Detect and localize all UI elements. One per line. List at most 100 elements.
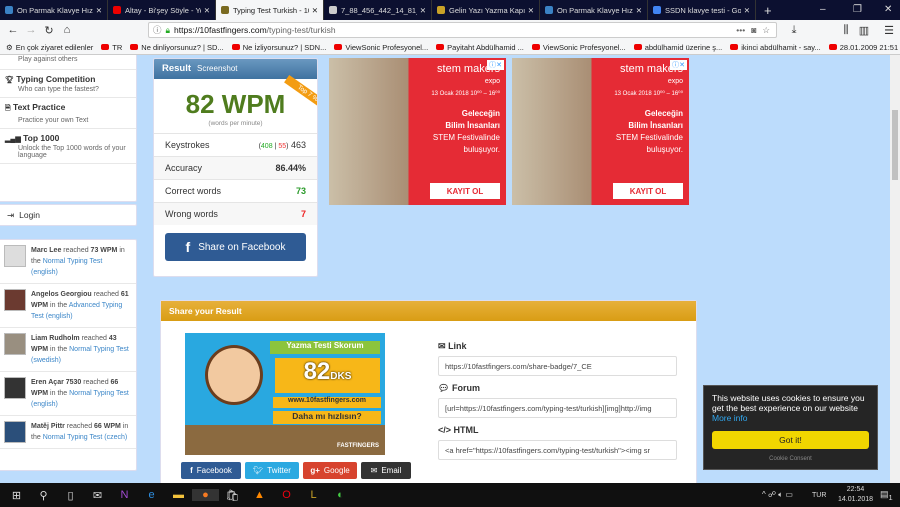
share-facebook-small-button[interactable]: f Facebook: [181, 462, 241, 479]
opera-icon[interactable]: O: [273, 489, 300, 501]
sidebar-item[interactable]: Play against others: [0, 55, 136, 70]
user-name[interactable]: Marc Lee: [31, 247, 61, 254]
activity-feed: Marc Lee reached 73 WPM in the Normal Ty…: [0, 239, 137, 471]
user-name[interactable]: Liam Rudholm: [31, 335, 80, 342]
share-google-button[interactable]: g+ Google: [303, 462, 357, 479]
close-tab-icon[interactable]: ✕: [528, 6, 534, 15]
cookie-banner: This website uses cookies to ensure you …: [703, 385, 878, 470]
link-field[interactable]: https://10fastfingers.com/share-badge/7_…: [438, 356, 677, 376]
user-name[interactable]: Matěj Pittr: [31, 423, 65, 430]
browser-tab[interactable]: On Parmak Klavye Hız Te✕: [540, 0, 648, 20]
sidebar-icon[interactable]: ▥: [855, 24, 873, 37]
feed-text: reached: [64, 423, 95, 430]
tray-icons[interactable]: ^ ☍ 🔈︎ ▭: [762, 490, 793, 500]
bookmark-item[interactable]: TR: [101, 43, 122, 52]
test-link[interactable]: Normal Typing Test (czech): [43, 434, 128, 441]
avatar[interactable]: [4, 333, 26, 355]
sidebar-item-title: Typing Competition: [16, 74, 96, 84]
cookie-accept-button[interactable]: Got it!: [712, 431, 869, 449]
sidebar-item[interactable]: 🏆︎ Typing Competition Who can type the fa…: [0, 70, 136, 98]
file-explorer-icon[interactable]: ▬: [165, 489, 192, 501]
user-name[interactable]: Eren Açar 7530: [31, 379, 81, 386]
bookmark-item[interactable]: 28.01.2009 21:51 ~ 21:...: [828, 43, 900, 52]
mail-icon[interactable]: ✉: [84, 489, 111, 502]
league-icon[interactable]: L: [300, 489, 327, 501]
login-link[interactable]: ⇥ Login: [0, 204, 137, 226]
onenote-icon[interactable]: N: [111, 489, 138, 501]
test-link[interactable]: Normal Typing Test (english): [31, 258, 102, 276]
browser-tab[interactable]: Typing Test Turkish - 10F ✕: [216, 0, 324, 20]
share-email-button[interactable]: ✉ Email: [361, 462, 411, 479]
task-view-icon[interactable]: ▯: [57, 489, 84, 502]
close-tab-icon[interactable]: ✕: [96, 6, 102, 15]
close-tab-icon[interactable]: ✕: [312, 6, 318, 15]
bookmark-star-icon[interactable]: ☆: [762, 25, 770, 36]
info-icon[interactable]: ⓘ: [153, 24, 162, 36]
minimize-button[interactable]: –: [820, 4, 826, 15]
sidebar-item[interactable]: ▂▄▆ Top 1000 Unlock the Top 1000 words of…: [0, 129, 136, 164]
search-icon[interactable]: ⚲: [30, 489, 57, 502]
bookmark-item[interactable]: Ne İzliyorsunuz? | SDN...: [231, 43, 326, 52]
close-tab-icon[interactable]: ✕: [420, 6, 426, 15]
language-indicator[interactable]: TUR: [812, 492, 826, 499]
new-tab-button[interactable]: +: [764, 3, 772, 18]
store-icon[interactable]: 🛍︎: [219, 489, 246, 502]
start-icon[interactable]: ⊞: [3, 489, 30, 502]
bookmark-item[interactable]: Ne dinliyorsunuz? | SD...: [130, 43, 224, 52]
forum-field[interactable]: [url=https://10fastfingers.com/typing-te…: [438, 398, 677, 418]
home-button[interactable]: ⌂: [58, 24, 76, 36]
bookmark-item[interactable]: Payitaht Abdülhamid ...: [436, 43, 524, 52]
scrollbar-thumb[interactable]: [892, 110, 898, 180]
browser-tab[interactable]: Gelin Yazı Yazma Kapışm✕: [432, 0, 540, 20]
advertisement[interactable]: ⓘ✕ stem makers expo 13 Ocak 2018 10⁰⁰ – 16…: [512, 58, 689, 205]
downloads-icon[interactable]: ⤓: [785, 24, 803, 37]
notifications-icon[interactable]: ▤1: [880, 489, 893, 502]
avatar[interactable]: [4, 245, 26, 267]
ad-cta-button[interactable]: KAYIT OL: [613, 183, 683, 199]
idm-icon[interactable]: ◐: [327, 489, 354, 501]
cookie-more-info-link[interactable]: More info: [712, 413, 747, 423]
restore-button[interactable]: ❐: [853, 4, 862, 15]
forward-button[interactable]: →: [22, 24, 40, 36]
avatar[interactable]: [4, 421, 26, 443]
vlc-icon[interactable]: ▲: [246, 489, 273, 501]
bookmark-item[interactable]: abdülhamid üzerine ş...: [633, 43, 722, 52]
page-actions-icon[interactable]: •••: [736, 25, 745, 35]
back-button[interactable]: ←: [4, 24, 22, 36]
ad-line: Bilim İnsanları: [445, 121, 500, 130]
sidebar-item[interactable]: 🗎 Text Practice Practice your own Text: [0, 98, 136, 129]
reload-button[interactable]: ↻: [40, 24, 58, 37]
share-badge-image: Yazma Testi Skorum 82DKS www.10fastfinge…: [185, 333, 385, 455]
edge-icon[interactable]: e: [138, 489, 165, 501]
bookmark-item[interactable]: ikinci abdülhamit - say...: [730, 43, 821, 52]
share-twitter-button[interactable]: 🐦︎ Twitter: [245, 462, 299, 479]
bookmark-item[interactable]: ViewSonic Profesyonel...: [531, 43, 626, 52]
browser-tab[interactable]: 7_88_456_442_14_81_2_4✕: [324, 0, 432, 20]
user-name[interactable]: Angelos Georgiou: [31, 291, 92, 298]
scrollbar[interactable]: [890, 55, 900, 483]
close-window-button[interactable]: ✕: [884, 4, 892, 15]
tab-screenshot[interactable]: Screenshot: [197, 64, 237, 73]
tab-result[interactable]: Result: [162, 63, 191, 74]
close-tab-icon[interactable]: ✕: [744, 6, 750, 15]
keystrokes-label: Keystrokes: [165, 140, 210, 150]
html-field[interactable]: <a href="https://10fastfingers.com/typin…: [438, 440, 677, 460]
library-icon[interactable]: ⫼: [837, 24, 855, 37]
share-facebook-button[interactable]: f Share on Facebook: [165, 233, 306, 261]
menu-icon[interactable]: ☰: [880, 24, 898, 37]
close-tab-icon[interactable]: ✕: [636, 6, 642, 15]
bookmark-item[interactable]: ViewSonic Profesyonel...: [334, 43, 428, 52]
browser-tab[interactable]: On Parmak Klavye Hız Te✕: [0, 0, 108, 20]
browser-tab[interactable]: Altay - Bi'şey Söyle - You ✕: [108, 0, 216, 20]
ad-cta-button[interactable]: KAYIT OL: [430, 183, 500, 199]
bookmark-item[interactable]: ⚙ En çok ziyaret edilenler: [6, 43, 93, 52]
firefox-icon[interactable]: ●: [192, 489, 219, 501]
close-tab-icon[interactable]: ✕: [204, 6, 210, 15]
browser-tab[interactable]: SSDN klavye testi - Goo ✕: [648, 0, 756, 20]
address-bar[interactable]: ⓘ 🔒︎ https://10fastfingers.com/typing-te…: [148, 22, 777, 38]
avatar[interactable]: [4, 377, 26, 399]
advertisement[interactable]: ⓘ✕ stem makers expo 13 Ocak 2018 10⁰⁰ – 16…: [329, 58, 506, 205]
avatar[interactable]: [4, 289, 26, 311]
pocket-icon[interactable]: ◙: [751, 25, 756, 35]
clock[interactable]: 22:54 14.01.2018: [838, 485, 873, 505]
